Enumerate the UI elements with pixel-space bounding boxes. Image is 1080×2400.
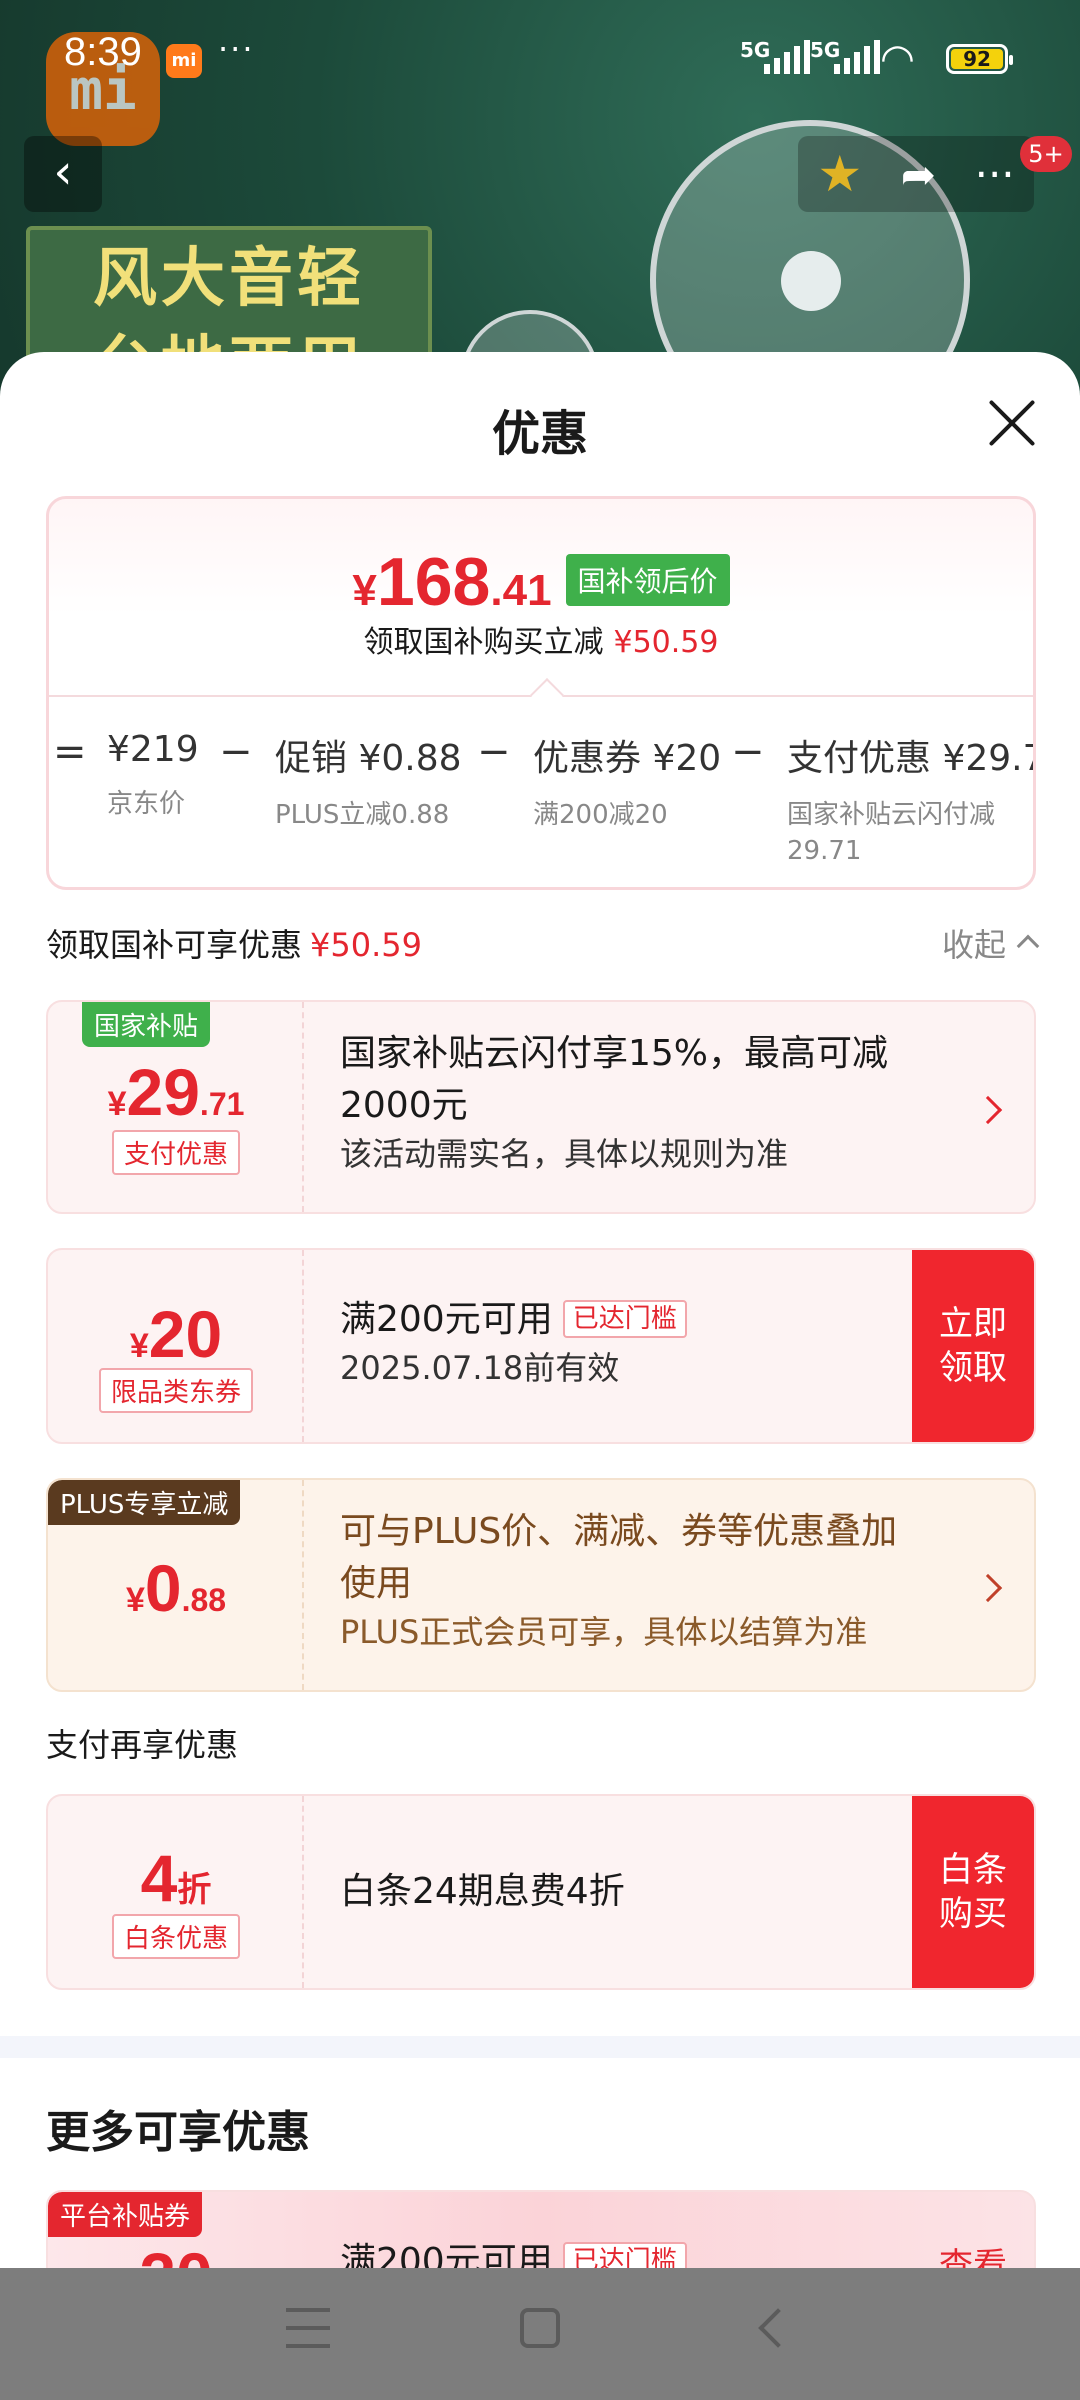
offer-amount: ¥20 xyxy=(129,1297,223,1371)
offer-type-tag: 白条优惠 xyxy=(48,1914,304,1959)
offer-amount-panel: 国家补贴 ¥29.71 支付优惠 xyxy=(48,1002,304,1212)
back-icon[interactable] xyxy=(758,2308,798,2348)
top-actions: ★ ➦ ··· xyxy=(798,136,1034,212)
chevron-left-icon: ‹ xyxy=(53,144,73,200)
app-notification-icon: mi xyxy=(166,44,202,78)
section-title: 领取国补可享优惠 ¥50.59 xyxy=(46,926,422,964)
threshold-reached-tag: 已达门槛 xyxy=(562,2242,687,2268)
signal-bars-2-icon xyxy=(834,40,880,74)
reduce-amount: ¥50.59 xyxy=(613,625,719,660)
close-icon[interactable] xyxy=(980,390,1044,454)
more-offers-title: 更多可享优惠 xyxy=(46,2107,310,2158)
section-divider xyxy=(0,2036,1080,2058)
offer-main-text: 可与PLUS价、满减、券等优惠叠加使用 xyxy=(340,1511,898,1604)
offer-amount: ¥0.88 xyxy=(125,1551,227,1625)
threshold-reached-tag: 已达门槛 xyxy=(562,1300,687,1338)
offer-amount-panel: 平台补贴券 20 xyxy=(48,2192,304,2268)
price-breakdown-card: ¥168.41 国补领后价 领取国补购买立减 ¥50.59 = ¥219 京东价 −… xyxy=(46,496,1036,890)
offer-corner-tag: 国家补贴 xyxy=(82,1002,211,1047)
signal-bars-1-icon xyxy=(764,40,810,74)
wifi-icon: ◠ xyxy=(880,36,915,82)
minus-sign: − xyxy=(477,729,511,775)
pay-section-title: 支付再享优惠 xyxy=(46,1726,239,1764)
offer-card-plus[interactable]: PLUS专享立减 ¥0.88 可与PLUS价、满减、券等优惠叠加使用 PLUS正… xyxy=(46,1478,1036,1692)
final-price-row: ¥168.41 国补领后价 xyxy=(49,543,1033,621)
status-time: 8:39 xyxy=(64,30,142,74)
more-icon[interactable]: ··· xyxy=(975,150,1015,199)
offer-amount-panel: 4折 白条优惠 xyxy=(48,1796,304,1988)
back-button[interactable]: ‹ xyxy=(24,136,102,212)
offer-type-tag: 限品类东券 xyxy=(48,1368,304,1413)
status-bar: 8:39 mi ··· 5G 5G ◠ 92 xyxy=(0,0,1080,110)
offer-main-text: 白条24期息费4折 xyxy=(340,1871,625,1912)
chevron-right-icon[interactable] xyxy=(973,1573,1003,1603)
sheet-title: 优惠 xyxy=(491,406,588,462)
collapse-button[interactable]: 收起 xyxy=(942,920,1040,966)
chevron-right-icon[interactable] xyxy=(973,1095,1003,1125)
formula-item: 支付优惠 ¥29.71 国家补贴云闪付减29.71 xyxy=(787,738,1033,866)
offer-card-coupon: ¥20 限品类东券 满200元可用 已达门槛 2025.07.18前有效 立即领取 xyxy=(46,1248,1036,1444)
offer-amount: 20 xyxy=(48,2238,304,2268)
claim-coupon-button[interactable]: 立即领取 xyxy=(912,1250,1034,1442)
offer-sub-text: PLUS正式会员可享，具体以结算为准 xyxy=(340,1613,868,1651)
offer-card-baitiao: 4折 白条优惠 白条24期息费4折 白条购买 xyxy=(46,1794,1036,1990)
offer-main-text: 满200元可用 已达门槛 xyxy=(340,2236,914,2268)
formula-item: 优惠券 ¥20 满200减20 xyxy=(533,738,722,830)
view-button[interactable]: 查看 xyxy=(912,2192,1034,2268)
chevron-up-icon xyxy=(1016,934,1040,958)
equals-sign: = xyxy=(53,729,87,775)
offer-card-platform[interactable]: 平台补贴券 20 满200元可用已达门槛 查看 xyxy=(46,2190,1036,2268)
share-icon[interactable]: ➦ xyxy=(901,150,936,199)
promo-text: 风大音轻 xyxy=(93,242,365,316)
message-count-badge[interactable]: 5+ xyxy=(1020,136,1072,172)
offer-amount: ¥29.71 xyxy=(107,1055,245,1129)
offer-body: 白条24期息费4折 xyxy=(340,1866,914,1918)
subsidy-section-header: 领取国补可享优惠 ¥50.59 收起 xyxy=(46,920,1040,970)
more-notifications-icon: ··· xyxy=(218,30,255,68)
battery-icon: 92 xyxy=(946,44,1013,74)
formula-item: ¥219 京东价 xyxy=(107,729,199,819)
offer-corner-tag: 平台补贴券 xyxy=(48,2192,203,2237)
minus-sign: − xyxy=(731,729,765,775)
price-formula: = ¥219 京东价 − 促销 ¥0.88 PLUS立减0.88 − 优惠券 ¥… xyxy=(49,729,1033,869)
star-icon[interactable]: ★ xyxy=(817,145,862,203)
offer-sub-text: 该活动需实名，具体以规则为准 xyxy=(340,1135,789,1173)
divider-notch xyxy=(530,678,564,712)
offer-amount-panel: PLUS专享立减 ¥0.88 xyxy=(48,1480,304,1690)
home-icon[interactable] xyxy=(520,2308,560,2348)
offer-body: 满200元可用 已达门槛 xyxy=(340,2236,914,2268)
reduce-row: 领取国补购买立减 ¥50.59 xyxy=(49,617,1033,661)
reduce-label: 领取国补购买立减 xyxy=(363,625,604,660)
minus-sign: − xyxy=(219,729,253,775)
offer-sub-text: 2025.07.18前有效 xyxy=(340,1349,620,1387)
offer-body: 可与PLUS价、满减、券等优惠叠加使用 PLUS正式会员可享，具体以结算为准 xyxy=(340,1506,914,1654)
offer-main-text: 国家补贴云闪付享15%，最高可减2000元 xyxy=(340,1033,889,1126)
offer-main-text: 满200元可用 已达门槛 xyxy=(340,1294,914,1346)
offer-corner-tag: PLUS专享立减 xyxy=(48,1480,241,1525)
discount-sheet: 优惠 ¥168.41 国补领后价 领取国补购买立减 ¥50.59 = ¥219 京东… xyxy=(0,352,1080,2268)
baitiao-buy-button[interactable]: 白条购买 xyxy=(912,1796,1034,1988)
offer-amount-panel: ¥20 限品类东券 xyxy=(48,1250,304,1442)
offer-body: 国家补贴云闪付享15%，最高可减2000元 该活动需实名，具体以规则为准 xyxy=(340,1028,914,1176)
battery-level: 92 xyxy=(951,49,1003,69)
offer-amount: 4折 xyxy=(140,1841,212,1915)
offer-type-tag: 支付优惠 xyxy=(48,1130,304,1175)
offer-card-subsidy[interactable]: 国家补贴 ¥29.71 支付优惠 国家补贴云闪付享15%，最高可减2000元 该… xyxy=(46,1000,1036,1214)
menu-icon[interactable] xyxy=(286,2308,330,2348)
subsidy-price-tag: 国补领后价 xyxy=(565,554,730,606)
final-price: ¥168.41 xyxy=(352,544,552,620)
offer-body: 满200元可用 已达门槛 2025.07.18前有效 xyxy=(340,1294,914,1390)
system-nav-bar xyxy=(0,2268,1080,2400)
formula-item: 促销 ¥0.88 PLUS立减0.88 xyxy=(275,738,462,830)
